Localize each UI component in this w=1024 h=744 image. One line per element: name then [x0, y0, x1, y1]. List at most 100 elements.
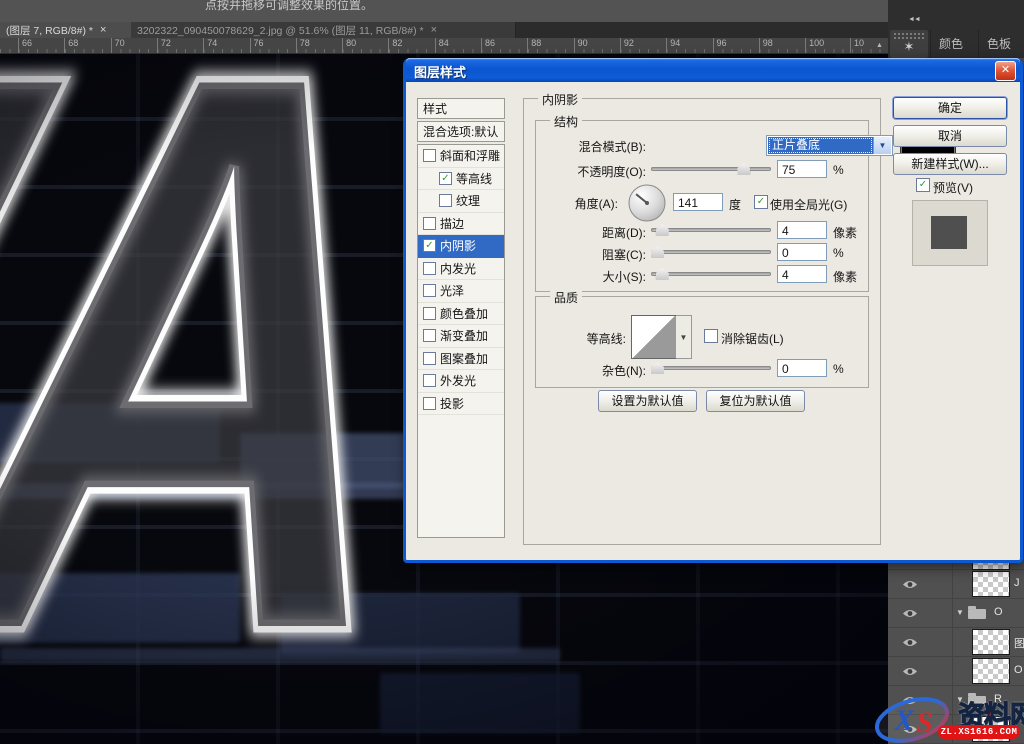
slider-thumb[interactable] — [737, 163, 750, 175]
angle-dial[interactable] — [628, 184, 666, 225]
layer-thumbnail[interactable] — [972, 658, 1010, 684]
antialias-checkbox[interactable] — [704, 329, 718, 343]
choke-slider — [651, 245, 771, 259]
styles-header[interactable]: 样式 — [417, 98, 505, 119]
style-item-渐变叠加[interactable]: 渐变叠加 — [418, 325, 504, 348]
ruler-label: 66 — [18, 38, 32, 53]
ruler-label: 90 — [574, 38, 588, 53]
layer-row[interactable]: O — [888, 657, 1024, 686]
layer-row[interactable]: J — [888, 570, 1024, 599]
close-icon[interactable]: ✕ — [995, 61, 1016, 81]
document-tab-active[interactable]: (图层 7, RGB/8#) * × — [0, 22, 143, 38]
panel-grip[interactable]: ✶ — [890, 30, 928, 58]
style-item-描边[interactable]: 描边 — [418, 213, 504, 236]
expand-triangle-icon[interactable]: ▼ — [956, 608, 964, 617]
distance-slider — [651, 223, 771, 237]
checkbox[interactable] — [423, 329, 436, 342]
collapse-panels-icon[interactable]: ◄◄ — [908, 16, 920, 23]
angle-input[interactable]: 141 — [673, 193, 723, 211]
preview-checkbox[interactable]: ✓ — [916, 178, 930, 192]
scroll-arrow-icon[interactable]: ▲ — [876, 42, 883, 49]
style-item-内阴影[interactable]: ✓ 内阴影 — [418, 235, 504, 258]
layer-thumbnail[interactable] — [972, 629, 1010, 655]
tab-swatches[interactable]: 色板 — [978, 30, 1019, 58]
distance-input[interactable]: 4 — [777, 221, 827, 239]
slider-thumb[interactable] — [651, 246, 664, 258]
size-slider — [651, 267, 771, 281]
style-item-label: 投影 — [440, 395, 464, 412]
visibility-toggle-icon[interactable] — [902, 635, 940, 649]
style-item-label: 内阴影 — [440, 237, 476, 254]
checkbox[interactable]: ✓ — [439, 172, 452, 185]
checkbox[interactable] — [423, 284, 436, 297]
opacity-input[interactable]: 75 — [777, 160, 827, 178]
style-item-投影[interactable]: 投影 — [418, 393, 504, 416]
slider-track[interactable] — [651, 250, 771, 254]
style-preview-thumbnail — [912, 200, 988, 266]
slider-thumb[interactable] — [656, 268, 669, 280]
size-input[interactable]: 4 — [777, 265, 827, 283]
contour-thumbnail[interactable] — [631, 315, 677, 359]
checkbox[interactable] — [423, 149, 436, 162]
slider-track[interactable] — [651, 167, 771, 171]
style-item-斜面和浮雕[interactable]: 斜面和浮雕 — [418, 145, 504, 168]
preview-label: 预览(V) — [933, 179, 973, 196]
slider-thumb[interactable] — [651, 362, 664, 374]
style-item-label: 等高线 — [456, 170, 492, 187]
layer-row[interactable]: 图 — [888, 628, 1024, 657]
slider-track[interactable] — [651, 228, 771, 232]
style-item-纹理[interactable]: 纹理 — [418, 190, 504, 213]
quality-group: 品质 等高线: ▼ 消除锯齿(L) 杂色(N): 0 % — [535, 296, 869, 388]
blend-mode-select[interactable]: 正片叠底 ▼ — [766, 135, 893, 156]
style-item-外发光[interactable]: 外发光 — [418, 370, 504, 393]
ruler-label: 74 — [203, 38, 217, 53]
preview-swatch — [931, 216, 967, 249]
style-item-内发光[interactable]: 内发光 — [418, 258, 504, 281]
visibility-toggle-icon[interactable] — [902, 664, 940, 678]
blending-options-item[interactable]: 混合选项:默认 — [417, 121, 505, 142]
choke-input[interactable]: 0 — [777, 243, 827, 261]
chevron-down-icon[interactable]: ▼ — [676, 315, 692, 359]
style-item-label: 纹理 — [456, 192, 480, 209]
visibility-toggle-icon[interactable] — [902, 577, 940, 591]
style-item-图案叠加[interactable]: 图案叠加 — [418, 348, 504, 371]
slider-track[interactable] — [651, 366, 771, 370]
checkbox[interactable] — [423, 262, 436, 275]
checkbox[interactable] — [423, 352, 436, 365]
set-default-button[interactable]: 设置为默认值 — [598, 390, 697, 412]
antialias-label: 消除锯齿(L) — [721, 330, 784, 347]
tab-color[interactable]: 颜色 — [930, 30, 971, 58]
checkbox[interactable] — [423, 374, 436, 387]
watermark: X S 资料网 ZL.XS1616.COM — [872, 696, 1024, 744]
close-tab-icon[interactable]: × — [431, 24, 437, 36]
style-item-label: 外发光 — [440, 372, 476, 389]
reset-default-button[interactable]: 复位为默认值 — [706, 390, 805, 412]
checkbox[interactable] — [423, 307, 436, 320]
tab-title: (图层 7, RGB/8#) * — [6, 23, 93, 38]
style-item-label: 渐变叠加 — [440, 327, 488, 344]
slider-track[interactable] — [651, 272, 771, 276]
document-tab[interactable]: 3202322_090450078629_2.jpg @ 51.6% (图层 1… — [131, 22, 516, 38]
new-style-button[interactable]: 新建样式(W)... — [893, 153, 1007, 175]
ok-button[interactable]: 确定 — [893, 97, 1007, 119]
visibility-toggle-icon[interactable] — [902, 606, 940, 620]
style-item-等高线[interactable]: ✓ 等高线 — [418, 168, 504, 191]
layer-thumbnail[interactable] — [972, 571, 1010, 597]
close-tab-icon[interactable]: × — [100, 24, 106, 36]
checkbox[interactable] — [423, 217, 436, 230]
chevron-down-icon[interactable]: ▼ — [873, 137, 891, 154]
layer-row[interactable]: ▼O — [888, 599, 1024, 628]
noise-input[interactable]: 0 — [777, 359, 827, 377]
checkbox[interactable] — [439, 194, 452, 207]
checkbox[interactable]: ✓ — [423, 239, 436, 252]
dialog-titlebar[interactable]: 图层样式 ✕ — [406, 58, 1020, 82]
style-item-颜色叠加[interactable]: 颜色叠加 — [418, 303, 504, 326]
size-unit: 像素 — [833, 268, 857, 285]
global-light-checkbox[interactable]: ✓ — [754, 195, 768, 209]
opacity-label: 不透明度(O): — [577, 163, 646, 180]
slider-thumb[interactable] — [656, 224, 669, 236]
checkbox[interactable] — [423, 397, 436, 410]
style-item-光泽[interactable]: 光泽 — [418, 280, 504, 303]
global-light-label: 使用全局光(G) — [770, 196, 847, 213]
cancel-button[interactable]: 取消 — [893, 125, 1007, 147]
